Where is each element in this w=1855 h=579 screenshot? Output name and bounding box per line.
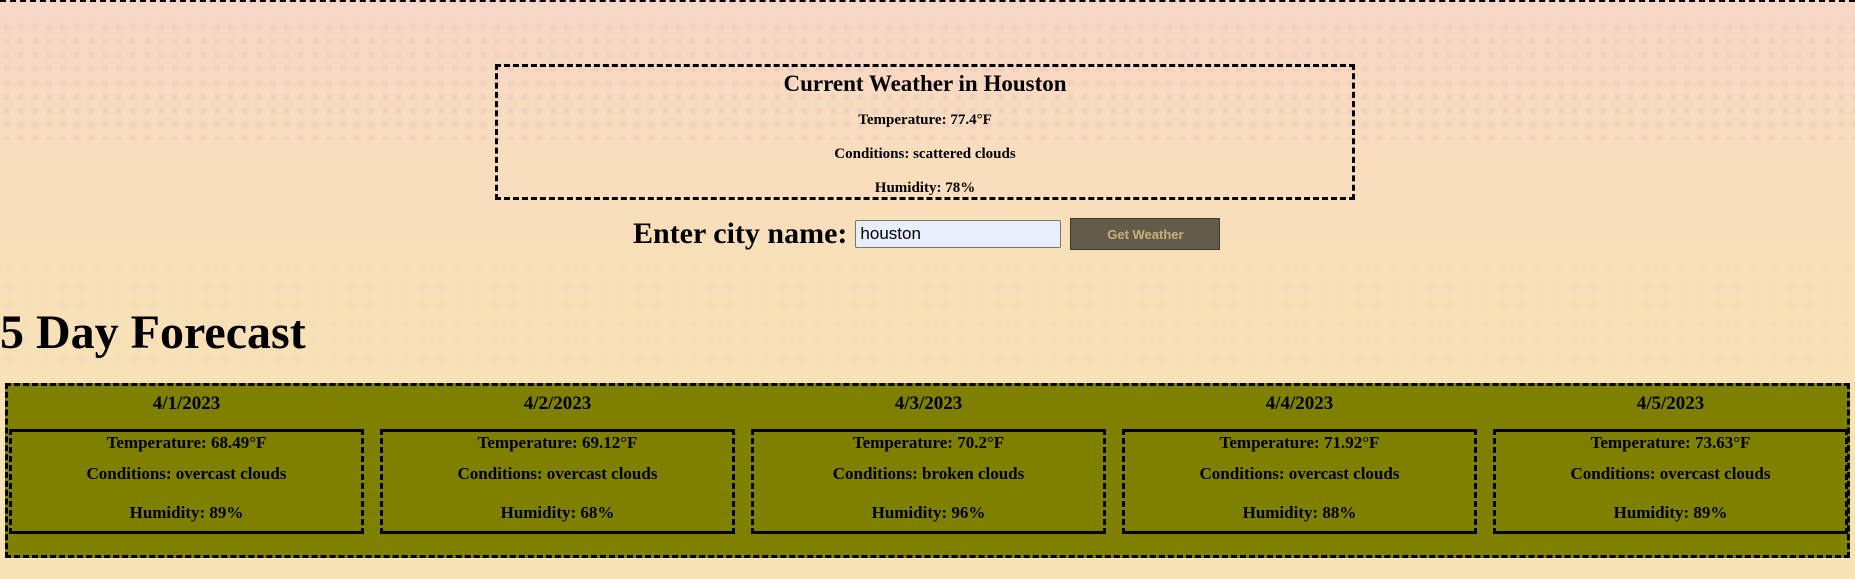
current-humidity: Humidity: 78% xyxy=(874,180,976,196)
forecast-panel: 4/1/2023 Temperature: 68.49°F Conditions… xyxy=(5,383,1850,558)
forecast-temperature: Temperature: 71.92°F xyxy=(1219,433,1380,452)
forecast-date: 4/4/2023 xyxy=(1265,393,1334,414)
forecast-card: Temperature: 68.49°F Conditions: overcas… xyxy=(9,429,364,534)
city-search-form: Enter city name: Get Weather xyxy=(633,216,1221,252)
current-weather-panel: Current Weather in Houston Temperature: … xyxy=(495,64,1355,200)
get-weather-button[interactable]: Get Weather xyxy=(1070,218,1221,250)
forecast-humidity: Humidity: 89% xyxy=(129,503,244,522)
forecast-date: 4/2/2023 xyxy=(523,393,592,414)
forecast-date: 4/5/2023 xyxy=(1636,393,1705,414)
current-weather-title: Current Weather in Houston xyxy=(783,71,1067,96)
forecast-conditions: Conditions: overcast clouds xyxy=(457,464,658,483)
forecast-date: 4/3/2023 xyxy=(894,393,963,414)
city-name-label: Enter city name: xyxy=(633,217,848,250)
forecast-day: 4/1/2023 Temperature: 68.49°F Conditions… xyxy=(9,386,364,534)
city-name-input[interactable] xyxy=(855,220,1062,248)
forecast-date: 4/1/2023 xyxy=(152,393,221,414)
forecast-title: 5 Day Forecast xyxy=(0,306,306,359)
forecast-day: 4/4/2023 Temperature: 71.92°F Conditions… xyxy=(1122,386,1477,534)
forecast-humidity: Humidity: 88% xyxy=(1242,503,1357,522)
forecast-conditions: Conditions: broken clouds xyxy=(832,464,1025,483)
forecast-card: Temperature: 71.92°F Conditions: overcas… xyxy=(1122,429,1477,534)
forecast-card: Temperature: 70.2°F Conditions: broken c… xyxy=(751,429,1106,534)
forecast-day: 4/5/2023 Temperature: 73.63°F Conditions… xyxy=(1493,386,1848,534)
forecast-conditions: Conditions: overcast clouds xyxy=(1199,464,1400,483)
forecast-humidity: Humidity: 89% xyxy=(1613,503,1728,522)
forecast-humidity: Humidity: 96% xyxy=(871,503,986,522)
current-temperature: Temperature: 77.4°F xyxy=(858,112,992,128)
forecast-card: Temperature: 69.12°F Conditions: overcas… xyxy=(380,429,735,534)
forecast-day: 4/3/2023 Temperature: 70.2°F Conditions:… xyxy=(751,386,1106,534)
forecast-conditions: Conditions: overcast clouds xyxy=(1570,464,1771,483)
forecast-humidity: Humidity: 68% xyxy=(500,503,615,522)
forecast-temperature: Temperature: 70.2°F xyxy=(852,433,1005,452)
forecast-temperature: Temperature: 73.63°F xyxy=(1590,433,1751,452)
forecast-temperature: Temperature: 69.12°F xyxy=(477,433,638,452)
forecast-temperature: Temperature: 68.49°F xyxy=(106,433,267,452)
forecast-card: Temperature: 73.63°F Conditions: overcas… xyxy=(1493,429,1848,534)
forecast-day: 4/2/2023 Temperature: 69.12°F Conditions… xyxy=(380,386,735,534)
forecast-conditions: Conditions: overcast clouds xyxy=(86,464,287,483)
current-conditions: Conditions: scattered clouds xyxy=(834,146,1016,162)
